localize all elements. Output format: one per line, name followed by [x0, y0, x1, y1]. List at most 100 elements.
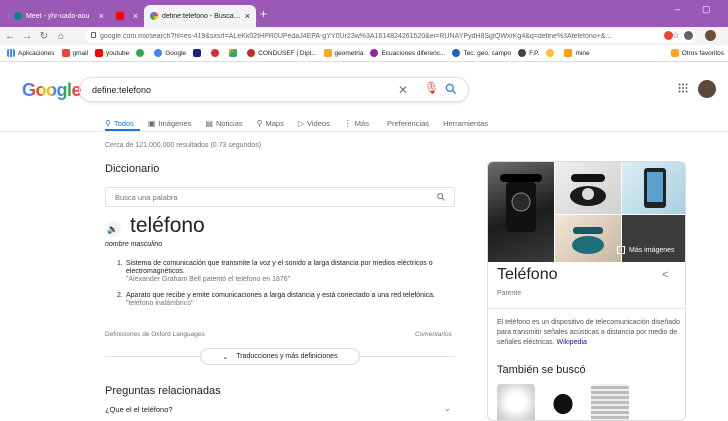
- browser-toolbar: ← → ↻ ⌂ google.com.mx/search?hl=es-419&s…: [0, 27, 728, 45]
- extension-icon[interactable]: [664, 31, 673, 40]
- related-thumb[interactable]: [591, 384, 629, 420]
- bookmark-icon: [193, 49, 202, 57]
- browser-tab-google-search[interactable]: define:telefono - Buscar con Goo ×: [144, 5, 256, 27]
- close-icon[interactable]: ×: [241, 11, 250, 21]
- dictionary-source[interactable]: Definiciones de Oxford Languages: [105, 331, 205, 338]
- gmail-icon: [61, 49, 70, 57]
- close-icon[interactable]: ×: [95, 11, 104, 21]
- search-icon[interactable]: [444, 82, 458, 96]
- dictionary-search-input[interactable]: [115, 192, 415, 202]
- bookmark-gmail[interactable]: gmail: [61, 49, 88, 57]
- related-thumb[interactable]: [544, 384, 582, 420]
- bookmark-mine[interactable]: mine: [564, 49, 590, 57]
- share-icon[interactable]: <: [662, 269, 668, 281]
- apps-grid-icon[interactable]: [678, 83, 688, 93]
- active-tab-indicator: [105, 129, 140, 131]
- more-definitions-button[interactable]: ⌄ Traducciones y más definiciones: [200, 348, 360, 365]
- bookmark-maps[interactable]: [136, 49, 147, 57]
- back-icon[interactable]: ←: [3, 31, 17, 42]
- speaker-icon[interactable]: 🔈: [105, 221, 121, 237]
- apps-grid-icon: [7, 49, 15, 57]
- tab-maps[interactable]: ⚲ Maps: [257, 117, 284, 129]
- tab-todos[interactable]: ⚲ Todos: [105, 117, 134, 129]
- bookmark-item[interactable]: [211, 49, 222, 57]
- image-icon: [617, 246, 625, 254]
- browser-tab-strip: Meet - yhr-uado-aou × × define:telefono …: [0, 0, 728, 27]
- phone-image[interactable]: [555, 162, 621, 214]
- browser-tab-label: define:telefono - Buscar con Goo: [162, 12, 241, 20]
- maximize-icon[interactable]: ▢: [702, 4, 711, 15]
- image-icon: ▣: [147, 118, 156, 128]
- tab-preferencias[interactable]: Preferencias: [387, 117, 429, 129]
- bookmark-google[interactable]: Google: [154, 49, 186, 57]
- bookmark-icon: [518, 49, 527, 57]
- telephone-icon: [572, 227, 604, 254]
- related-question[interactable]: ¿Que el el teléfono?: [105, 405, 173, 414]
- bookmark-condusef[interactable]: CONDUSEF | Dipl...: [247, 49, 317, 57]
- news-icon: ▤: [205, 118, 213, 128]
- microphone-icon[interactable]: 🎙: [424, 81, 439, 95]
- avatar[interactable]: [698, 80, 716, 98]
- tabs-divider: [0, 131, 728, 132]
- url-text: google.com.mx/search?hl=es-419&sxsrf=ALe…: [100, 32, 612, 40]
- tab-mas[interactable]: ⋮ Más: [344, 117, 369, 129]
- bookmark-icon: [564, 49, 573, 57]
- phone-image[interactable]: [622, 215, 685, 262]
- telephone-icon: [500, 174, 542, 232]
- reload-icon[interactable]: ↻: [37, 31, 51, 42]
- close-icon[interactable]: ×: [129, 11, 138, 21]
- knowledge-panel: Más imágenes Teléfono < Patente El teléf…: [487, 161, 686, 421]
- bookmark-item[interactable]: [193, 49, 204, 57]
- bookmark-apps[interactable]: Aplicaciones: [7, 49, 55, 57]
- drive-icon: [229, 49, 238, 57]
- tab-herramientas[interactable]: Herramientas: [443, 117, 488, 129]
- bookmark-ecuaciones[interactable]: Ecuaciones diferenc...: [370, 49, 445, 57]
- minimize-icon[interactable]: –: [675, 4, 680, 14]
- dictionary-word: teléfono: [130, 214, 205, 237]
- search-box: ✕ 🎙: [79, 77, 469, 102]
- home-icon[interactable]: ⌂: [54, 31, 68, 42]
- browser-tab-meet[interactable]: Meet - yhr-uado-aou ×: [8, 5, 110, 27]
- bookmark-youtube[interactable]: youtube: [95, 49, 129, 57]
- clear-icon[interactable]: ✕: [398, 83, 408, 97]
- divider: [488, 308, 685, 309]
- more-images-link[interactable]: Más imágenes: [617, 246, 675, 254]
- bookmark-fp[interactable]: F.P.: [518, 49, 539, 57]
- search-icon[interactable]: [436, 192, 446, 202]
- new-tab-button[interactable]: +: [260, 7, 267, 21]
- phone-image[interactable]: [555, 215, 621, 262]
- condusef-icon: [247, 49, 256, 57]
- related-questions-heading: Preguntas relacionadas: [105, 385, 221, 397]
- related-thumb[interactable]: [497, 384, 535, 420]
- google-logo[interactable]: Google: [22, 80, 82, 101]
- forward-icon[interactable]: →: [20, 31, 34, 42]
- panel-title: Teléfono: [497, 266, 558, 283]
- bookmark-tec-geo[interactable]: Tec. geo. campo: [452, 49, 511, 57]
- tab-noticias[interactable]: ▤ Noticias: [205, 117, 242, 129]
- also-searched-heading: También se buscó: [497, 364, 586, 376]
- puzzle-icon[interactable]: [684, 31, 693, 40]
- bookmark-item[interactable]: [546, 49, 557, 57]
- browser-tab-youtube[interactable]: ×: [110, 5, 144, 27]
- tab-videos[interactable]: ▷ Videos: [298, 117, 330, 129]
- bookmarks-bar: Aplicaciones gmail youtube Google CONDUS…: [0, 45, 728, 62]
- telephone-icon: [570, 174, 606, 206]
- address-bar[interactable]: google.com.mx/search?hl=es-419&sxsrf=ALe…: [86, 29, 696, 43]
- wikipedia-link[interactable]: Wikipedia: [557, 339, 587, 346]
- feedback-link[interactable]: Comentarios: [415, 331, 452, 338]
- tab-imagenes[interactable]: ▣ Imágenes: [148, 117, 192, 129]
- search-input[interactable]: [92, 84, 382, 95]
- bookmark-icon: [370, 49, 379, 57]
- definition-item: 2. Aparato que recibe y emite comunicaci…: [117, 292, 435, 307]
- phone-image[interactable]: [622, 162, 685, 214]
- chevron-down-icon[interactable]: ⌄: [444, 404, 451, 413]
- phone-image[interactable]: [488, 162, 554, 262]
- more-icon: ⋮: [343, 118, 352, 128]
- smartphone-icon: [644, 168, 666, 208]
- star-icon[interactable]: ☆: [672, 30, 680, 41]
- profile-avatar[interactable]: [705, 30, 716, 41]
- video-icon: ▷: [297, 118, 304, 128]
- bookmark-drive[interactable]: [229, 49, 240, 57]
- bookmark-other[interactable]: Otros favoritos: [670, 49, 724, 57]
- bookmark-geometria[interactable]: geometria: [323, 49, 363, 57]
